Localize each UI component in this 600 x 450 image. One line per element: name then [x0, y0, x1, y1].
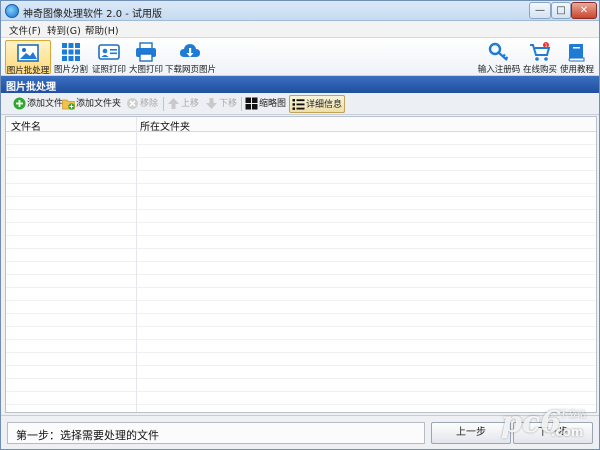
list-header: 文件名 所在文件夹 — [6, 117, 596, 133]
close-button[interactable]: ✕ — [571, 2, 597, 19]
add-file-icon — [13, 97, 26, 110]
section-title: 图片批处理 — [1, 76, 599, 93]
column-divider — [136, 117, 137, 412]
previous-step-button[interactable]: 上一步 — [431, 422, 511, 444]
window-title: 神奇图像处理软件 2.0 - 试用版 — [23, 9, 163, 20]
move-down-button[interactable]: 下移 — [205, 95, 237, 113]
step-indicator: 第一步：选择需要处理的文件 — [7, 422, 425, 444]
move-up-button[interactable]: 上移 — [167, 95, 199, 113]
next-step-button[interactable]: 下一步 — [513, 422, 593, 444]
tool-buy-online[interactable]: 1 在线购买 — [522, 40, 558, 75]
thumbnail-view-button[interactable]: 缩略图 — [245, 95, 286, 113]
tool-label: 大图打印 — [128, 65, 163, 75]
cart-icon: 1 — [530, 42, 551, 61]
add-folder-button[interactable]: 添加文件夹 — [62, 95, 121, 113]
menu-goto[interactable]: 转到(G) — [47, 23, 81, 37]
menu-bar: 文件(F) 转到(G) 帮助(H) — [1, 21, 599, 38]
image-icon — [17, 44, 39, 62]
app-window: 神奇图像处理软件 2.0 - 试用版 — □ ✕ 文件(F) 转到(G) 帮助(… — [0, 0, 600, 450]
details-view-button[interactable]: 详细信息 — [289, 95, 346, 113]
remove-icon — [127, 98, 138, 109]
tool-label: 证照打印 — [91, 65, 126, 75]
add-file-label: 添加文件 — [27, 99, 64, 109]
thumbnail-view-icon — [245, 97, 258, 110]
app-logo-icon — [5, 4, 19, 18]
thumbnail-view-label: 缩略图 — [259, 99, 287, 109]
tool-large-print[interactable]: 大图打印 — [128, 40, 164, 75]
list-actions-toolbar: 添加文件 添加文件夹 移除 上移 下移 缩略图 详细信息 — [1, 93, 599, 115]
tool-batch-process[interactable]: 图片批处理 — [5, 40, 51, 76]
tool-label: 输入注册码 — [477, 65, 521, 75]
key-icon — [488, 42, 509, 61]
book-icon — [568, 44, 585, 62]
tool-label: 图片分割 — [53, 65, 88, 75]
minimize-button[interactable]: — — [529, 2, 551, 19]
tool-label: 使用教程 — [559, 65, 594, 75]
move-up-label: 上移 — [181, 99, 200, 109]
toolbar-divider — [241, 97, 242, 111]
menu-file[interactable]: 文件(F) — [9, 23, 41, 37]
menu-help[interactable]: 帮助(H) — [85, 23, 119, 37]
tool-image-split[interactable]: 图片分割 — [53, 40, 89, 75]
printer-icon — [136, 42, 156, 62]
cart-badge: 1 — [545, 43, 548, 49]
id-card-icon — [98, 44, 120, 60]
main-toolbar: 图片批处理 图片分割 证照打印 大图打印 下载网页图片 输入注册码 1 在线购买… — [1, 38, 599, 76]
maximize-button[interactable]: □ — [551, 2, 571, 19]
arrow-down-icon — [206, 98, 217, 109]
cloud-download-icon — [180, 44, 200, 57]
status-bar: 第一步：选择需要处理的文件 上一步 下一步 — [1, 415, 599, 449]
add-folder-icon — [62, 99, 75, 110]
tool-tutorial[interactable]: 使用教程 — [558, 40, 596, 75]
step-text: 第一步：选择需要处理的文件 — [16, 429, 159, 442]
tool-label: 图片批处理 — [6, 66, 50, 76]
details-view-icon — [292, 99, 305, 110]
tool-label: 下载网页图片 — [165, 65, 217, 75]
tool-download-web-images[interactable]: 下载网页图片 — [165, 40, 217, 75]
toolbar-divider — [163, 97, 164, 111]
list-body — [6, 132, 596, 412]
title-bar[interactable]: 神奇图像处理软件 2.0 - 试用版 — □ ✕ — [1, 1, 599, 21]
tool-label: 在线购买 — [522, 65, 557, 75]
add-folder-label: 添加文件夹 — [76, 99, 122, 109]
column-header-filename[interactable]: 文件名 — [11, 118, 41, 133]
column-header-folder[interactable]: 所在文件夹 — [140, 118, 190, 133]
details-view-label: 详细信息 — [306, 100, 343, 110]
arrow-up-icon — [168, 98, 179, 109]
add-file-button[interactable]: 添加文件 — [13, 95, 63, 113]
file-list[interactable]: 文件名 所在文件夹 — [5, 116, 597, 413]
grid-split-icon — [62, 43, 80, 61]
tool-enter-reg-code[interactable]: 输入注册码 — [477, 40, 521, 75]
remove-label: 移除 — [140, 99, 159, 109]
move-down-label: 下移 — [219, 99, 238, 109]
remove-button[interactable]: 移除 — [126, 95, 158, 113]
tool-id-print[interactable]: 证照打印 — [91, 40, 127, 75]
